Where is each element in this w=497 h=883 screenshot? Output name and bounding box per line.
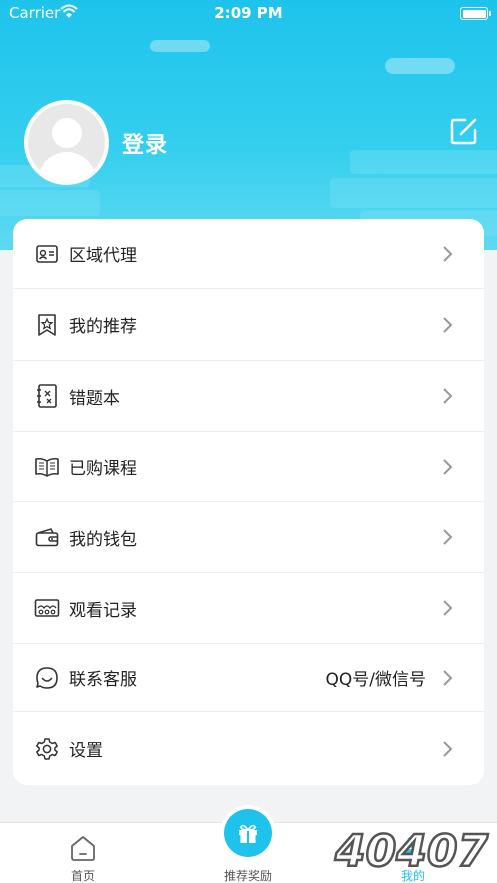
menu-card: 区域代理 我的推荐 错题本 已购课程 我的钱包 观看记录 联系客服 QQ号/微信… (13, 219, 484, 785)
menu-item-region-agent[interactable]: 区域代理 (13, 219, 484, 289)
edit-icon[interactable] (448, 115, 480, 147)
menu-item-label: 设置 (69, 741, 103, 761)
menu-item-purchased-courses[interactable]: 已购课程 (13, 432, 484, 502)
chevron-right-icon (443, 669, 453, 686)
cloud-decoration (385, 58, 455, 74)
chat-icon (34, 665, 60, 691)
menu-item-settings[interactable]: 设置 (13, 712, 484, 785)
gift-icon (239, 824, 257, 843)
home-icon (71, 836, 95, 861)
menu-item-wrong-questions[interactable]: 错题本 (13, 361, 484, 432)
menu-item-customer-service[interactable]: 联系客服 QQ号/微信号 (13, 644, 484, 712)
status-bar: Carrier 2:09 PM (0, 0, 497, 26)
menu-item-label: 我的钱包 (69, 529, 137, 550)
chevron-right-icon (443, 316, 453, 333)
avatar-body-shape (38, 152, 96, 181)
menu-item-label: 错题本 (69, 388, 120, 409)
chevron-right-icon (443, 388, 453, 404)
bookmark-star-icon (34, 312, 60, 338)
books-decoration (350, 150, 497, 174)
reward-button[interactable] (220, 805, 276, 861)
chevron-right-icon (443, 458, 453, 475)
chevron-right-icon (443, 529, 453, 545)
chevron-right-icon (443, 600, 453, 616)
menu-item-my-recommend[interactable]: 我的推荐 (13, 289, 484, 361)
menu-item-watch-history[interactable]: 观看记录 (13, 573, 484, 644)
id-card-icon (34, 241, 60, 267)
contact-value: QQ号/微信号 (325, 670, 427, 690)
menu-item-label: 已购课程 (69, 459, 137, 479)
site-watermark-logo: 40407 (333, 825, 490, 879)
menu-item-label: 区域代理 (69, 246, 137, 266)
books-decoration (0, 190, 100, 216)
svg-text:40407: 40407 (334, 826, 488, 877)
login-link[interactable]: 登录 (122, 127, 168, 159)
tab-label: 首页 (70, 869, 95, 883)
battery-icon (460, 7, 491, 20)
books-decoration (330, 178, 497, 208)
menu-item-label: 观看记录 (69, 600, 137, 621)
clock: 2:09 PM (214, 4, 283, 22)
profile-header: Carrier 2:09 PM 登录 (0, 0, 497, 250)
menu-item-label: 联系客服 (69, 670, 137, 690)
avatar-head-shape (52, 118, 82, 148)
wallet-icon (34, 524, 60, 550)
menu-item-wallet[interactable]: 我的钱包 (13, 502, 484, 573)
tab-home[interactable]: 首页 (23, 823, 143, 883)
menu-item-label: 我的推荐 (69, 317, 137, 337)
gear-icon (34, 736, 60, 762)
tab-label: 推荐奖励 (223, 869, 272, 883)
open-book-icon (34, 454, 60, 480)
avatar[interactable] (24, 100, 109, 185)
cloud-decoration (150, 40, 210, 52)
tab-reward[interactable]: 推荐奖励 (188, 805, 308, 883)
history-icon (34, 595, 60, 621)
chevron-right-icon (443, 245, 453, 262)
notebook-icon (34, 383, 60, 409)
chevron-right-icon (443, 740, 453, 757)
